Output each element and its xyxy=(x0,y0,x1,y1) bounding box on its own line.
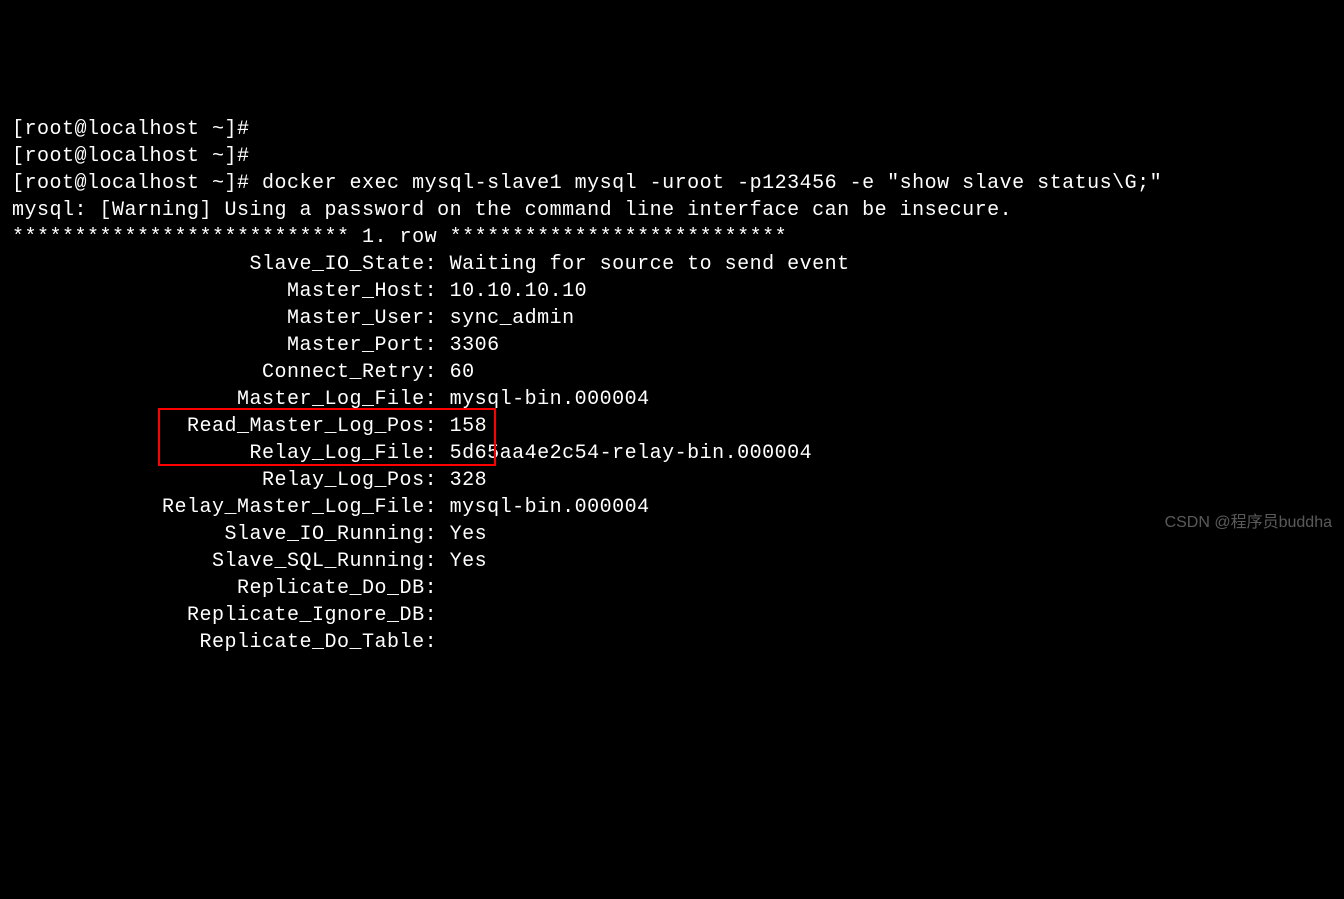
watermark: CSDN @程序员buddha xyxy=(1165,509,1332,536)
terminal-output[interactable]: [root@localhost ~]# [root@localhost ~]# … xyxy=(12,116,1332,656)
